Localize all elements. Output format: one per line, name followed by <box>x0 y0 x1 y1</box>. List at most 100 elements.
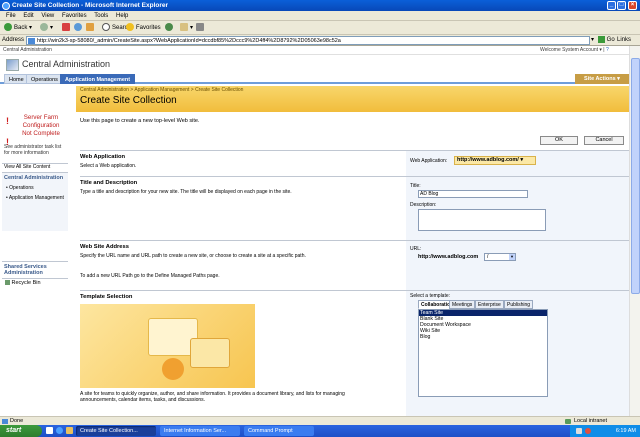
shared-services-admin-link[interactable]: Shared Services Administration <box>2 261 68 277</box>
maximize-button[interactable]: □ <box>617 1 626 10</box>
home-button[interactable] <box>84 23 98 33</box>
welcome-menu[interactable]: Welcome System Account ▾ | ? <box>540 46 609 55</box>
addr-desc: Specify the URL name and URL path to cre… <box>80 253 306 259</box>
nav-operations[interactable]: • Operations <box>2 183 68 193</box>
stop-icon <box>62 23 70 32</box>
list-item[interactable]: Blog <box>419 334 547 340</box>
section-title-description: Title and Description Type a title and d… <box>80 176 629 241</box>
menu-favorites[interactable]: Favorites <box>62 13 87 19</box>
go-arrow-icon <box>598 36 605 43</box>
quicklaunch-folder-icon[interactable] <box>66 427 73 434</box>
page-viewport: Central Administration Welcome System Ac… <box>0 46 629 416</box>
tray-alert-icon[interactable] <box>585 428 591 434</box>
cancel-button[interactable]: Cancel <box>584 136 624 145</box>
td-desc: Type a title and description for your ne… <box>80 189 292 195</box>
warning-icon: ! <box>6 116 9 126</box>
site-actions-menu[interactable]: Site Actions ▾ <box>575 74 629 84</box>
page-title: Create Site Collection <box>80 95 177 106</box>
site-name: Central Administration <box>3 47 52 53</box>
history-button[interactable] <box>163 23 177 33</box>
menubar: File Edit View Favorites Tools Help <box>0 11 640 21</box>
minimize-button[interactable]: _ <box>607 1 616 10</box>
recycle-bin-link[interactable]: Recycle Bin <box>2 278 68 287</box>
task-command-prompt[interactable]: Command Prompt <box>244 426 314 436</box>
addr-pane <box>406 241 629 291</box>
url-path-select[interactable]: / ▾ <box>484 253 516 261</box>
webapp-selector[interactable]: http://www.adblog.com/ ▾ <box>454 156 536 165</box>
template-preview-image <box>80 304 255 388</box>
tray-network-icon[interactable] <box>576 428 582 434</box>
forward-button[interactable]: ▾ <box>38 23 55 33</box>
address-url: http://win2k3-sp-58080/_admin/CreateSite… <box>37 38 341 44</box>
toolbar: Back ▾ ▾ Search Favorites ▾ <box>0 21 640 35</box>
url-prefix: http://www.adblog.com <box>418 254 479 260</box>
intranet-icon <box>565 419 571 424</box>
home-icon <box>86 23 94 32</box>
back-button[interactable]: Back ▾ <box>2 23 34 33</box>
template-description: A site for teams to quickly organize, au… <box>80 391 345 403</box>
star-icon <box>126 23 134 32</box>
address-input[interactable]: http://win2k3-sp-58080/_admin/CreateSite… <box>26 36 590 45</box>
tab-meetings[interactable]: Meetings <box>449 300 476 309</box>
vertical-scrollbar[interactable] <box>629 46 640 416</box>
title-input[interactable] <box>418 190 528 198</box>
intro-text: Use this page to create a new top-level … <box>80 118 200 124</box>
close-button[interactable]: × <box>628 1 637 10</box>
taskbar: start Create Site Collection... Internet… <box>0 425 640 437</box>
central-admin-heading[interactable]: Central Administration <box>2 173 68 183</box>
menu-file[interactable]: File <box>6 13 16 19</box>
task-iis[interactable]: Internet Information Ser... <box>160 426 240 436</box>
breadcrumb[interactable]: Central Administration > Application Man… <box>80 87 243 93</box>
section-web-site-address: Web Site Address Specify the URL name an… <box>80 240 629 291</box>
nav-application-management[interactable]: • Application Management <box>2 193 68 203</box>
admin-task-link[interactable]: See administrator task list for more inf… <box>4 144 68 156</box>
ie-icon <box>2 2 10 10</box>
menu-help[interactable]: Help <box>116 13 128 19</box>
quicklaunch-ie-icon[interactable] <box>56 427 63 434</box>
tab-enterprise[interactable]: Enterprise <box>475 300 504 309</box>
history-icon <box>165 23 173 32</box>
webapp-desc: Select a Web application. <box>80 163 137 169</box>
banner-title: Central Administration <box>22 59 111 69</box>
menu-edit[interactable]: Edit <box>23 13 33 19</box>
td-title: Title and Description <box>80 180 138 186</box>
quicklaunch-desktop-icon[interactable] <box>46 427 53 434</box>
menu-tools[interactable]: Tools <box>94 13 108 19</box>
page-done-icon <box>2 419 8 424</box>
left-navigation: ! Server Farm Configuration Not Complete… <box>0 86 70 416</box>
address-dropdown-icon[interactable]: ▾ <box>591 36 594 45</box>
help-icon[interactable]: ? <box>606 47 609 53</box>
task-create-site-collection[interactable]: Create Site Collection... <box>76 426 156 436</box>
top-nav-tabs: Home Operations Application Management <box>0 74 629 84</box>
tab-home[interactable]: Home <box>4 74 29 84</box>
template-label: Select a template: <box>410 293 451 299</box>
sp-banner: Central Administration <box>0 55 629 74</box>
window-title: Create Site Collection - Microsoft Inter… <box>12 2 169 9</box>
tab-publishing[interactable]: Publishing <box>504 300 534 309</box>
scrollbar-thumb[interactable] <box>631 58 640 294</box>
tpl-title: Template Selection <box>80 294 133 300</box>
tab-operations[interactable]: Operations <box>26 74 63 84</box>
favorites-button[interactable]: Favorites <box>124 23 163 33</box>
tab-application-management[interactable]: Application Management <box>60 74 136 84</box>
form-content: Use this page to create a new top-level … <box>76 112 629 416</box>
page-title-area: Central Administration > Application Man… <box>76 86 629 112</box>
address-label: Address <box>2 37 25 43</box>
description-label: Description: <box>410 202 437 208</box>
url-label: URL: <box>410 246 422 252</box>
ok-button[interactable]: OK <box>540 136 578 145</box>
window-titlebar: Create Site Collection - Microsoft Inter… <box>0 0 640 11</box>
description-textarea[interactable] <box>418 209 546 231</box>
managed-paths-text[interactable]: To add a new URL Path go to the Define M… <box>80 273 220 279</box>
links-button[interactable]: Links <box>617 36 631 45</box>
view-all-site-content-link[interactable]: View All Site Content <box>2 163 68 171</box>
go-button[interactable]: Go <box>598 36 615 45</box>
preview-window-icon <box>190 338 230 368</box>
mail-button[interactable]: ▾ <box>178 23 195 33</box>
start-button[interactable]: start <box>0 425 42 437</box>
section-web-application: Web Application Select a Web application… <box>80 150 629 177</box>
menu-view[interactable]: View <box>41 13 54 19</box>
system-tray: 6:19 AM <box>570 425 640 437</box>
quick-launch-central-admin: Central Administration • Operations • Ap… <box>2 172 68 231</box>
print-button[interactable] <box>194 23 208 33</box>
